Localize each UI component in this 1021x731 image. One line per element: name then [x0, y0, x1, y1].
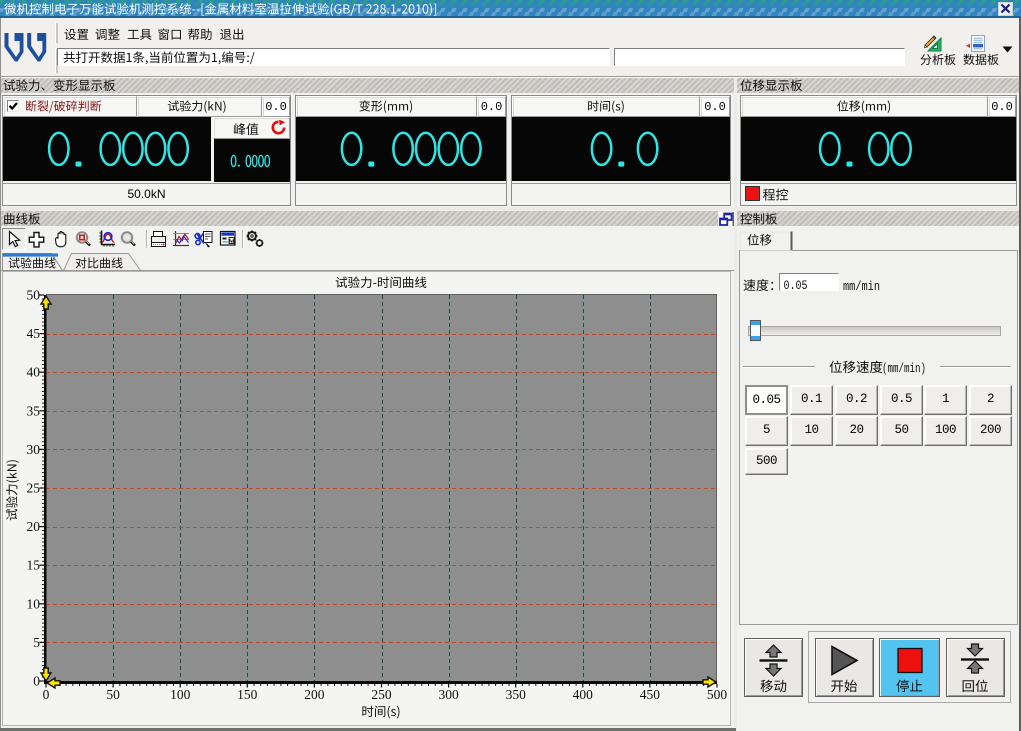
svg-text:10: 10 [27, 596, 41, 611]
svg-text:(mm/min): (mm/min) [882, 362, 926, 376]
svg-text:50: 50 [27, 288, 41, 303]
svg-text:5: 5 [33, 635, 40, 650]
svg-text:35: 35 [27, 403, 41, 418]
svg-text:400: 400 [573, 687, 594, 702]
svg-text:25: 25 [27, 481, 41, 496]
svg-text:15: 15 [27, 558, 41, 573]
svg-text:20: 20 [27, 519, 41, 534]
svg-text:0.05: 0.05 [784, 278, 808, 293]
svg-text:100: 100 [170, 687, 191, 702]
svg-text:450: 450 [640, 687, 661, 702]
svg-text:50: 50 [106, 687, 120, 702]
svg-text:500: 500 [707, 687, 728, 702]
svg-text:250: 250 [371, 687, 392, 702]
svg-text:0: 0 [33, 674, 40, 689]
svg-text:mm/min: mm/min [843, 280, 880, 294]
svg-text:40: 40 [27, 365, 41, 380]
svg-text:350: 350 [506, 687, 527, 702]
svg-text:30: 30 [27, 442, 41, 457]
svg-text:150: 150 [237, 687, 258, 702]
svg-text:300: 300 [438, 687, 459, 702]
svg-text:200: 200 [304, 687, 325, 702]
svg-text:0: 0 [43, 687, 50, 702]
svg-text:45: 45 [27, 326, 41, 341]
